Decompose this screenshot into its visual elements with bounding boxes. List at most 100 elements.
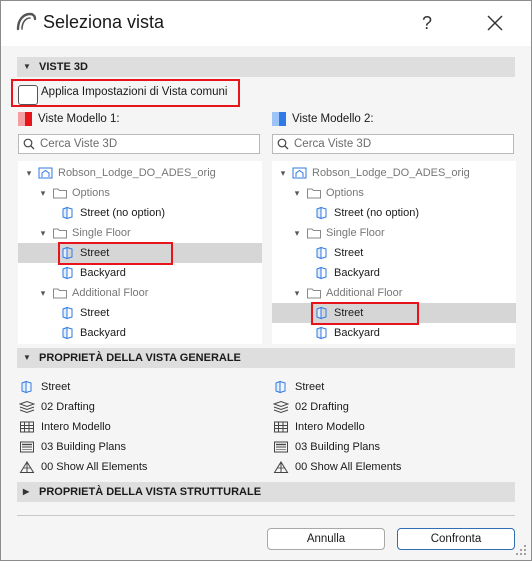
property-row: Intero Modello xyxy=(19,417,259,437)
model1-tree-item-label: Robson_Lodge_DO_ADES_orig xyxy=(58,167,216,179)
model1-tree-item-label: Additional Floor xyxy=(72,287,149,299)
chevron-down-icon[interactable]: ▾ xyxy=(292,183,302,203)
model2-tree-item[interactable]: Backyard xyxy=(272,323,516,343)
model1-tree-item-label: Backyard xyxy=(80,267,126,279)
view-3d-icon xyxy=(316,266,327,280)
model2-tree-item[interactable]: Backyard xyxy=(272,263,516,283)
folder-icon xyxy=(307,288,321,299)
collapse-triangle-icon: ▼ xyxy=(23,353,31,362)
compare-button[interactable]: Confronta xyxy=(397,528,515,550)
model2-tree-item-label: Backyard xyxy=(334,267,380,279)
layers-icon xyxy=(273,400,289,414)
section-views3d[interactable]: ▼ VISTE 3D xyxy=(17,57,515,77)
property-row: 00 Show All Elements xyxy=(273,457,513,477)
model2-tree-item-label: Street xyxy=(334,247,364,259)
model2-tree-item-label: Additional Floor xyxy=(326,287,403,299)
section-general-properties[interactable]: ▼ PROPRIETÀ DELLA VISTA GENERALE xyxy=(17,348,515,368)
expand-triangle-icon: ▶ xyxy=(23,487,30,496)
model1-tree-item-label: Backyard xyxy=(80,327,126,339)
structure-icon xyxy=(273,461,289,473)
chevron-down-icon[interactable]: ▾ xyxy=(24,163,34,183)
property-value: 02 Drafting xyxy=(41,401,95,413)
property-row: 03 Building Plans xyxy=(19,437,259,457)
property-value: Intero Modello xyxy=(295,421,365,433)
model2-tree-item[interactable]: Street xyxy=(272,243,516,263)
view-3d-icon xyxy=(62,306,73,320)
model2-tree-item-label: Street (no option) xyxy=(334,207,419,219)
model1-tree-item-label: Street (no option) xyxy=(80,207,165,219)
chevron-down-icon[interactable]: ▾ xyxy=(38,283,48,303)
property-value: 00 Show All Elements xyxy=(295,461,402,473)
view-3d-icon xyxy=(316,206,327,220)
model1-tree-item[interactable]: ▾ Robson_Lodge_DO_ADES_orig xyxy=(18,163,262,183)
model1-tree-item[interactable]: Street (no option) xyxy=(18,203,262,223)
property-value: Street xyxy=(295,381,325,393)
property-value: 02 Drafting xyxy=(295,401,349,413)
property-row: 03 Building Plans xyxy=(273,437,513,457)
dialog-title: Seleziona vista xyxy=(43,12,165,32)
model1-tree-item[interactable]: ▾ Options xyxy=(18,183,262,203)
cancel-button[interactable]: Annulla xyxy=(267,528,385,550)
search-icon xyxy=(277,138,289,150)
resize-grip-icon[interactable] xyxy=(515,544,527,556)
model1-tree-item-label: Options xyxy=(72,187,110,199)
apply-common-settings-highlight: Applica Impostazioni di Vista comuni xyxy=(11,79,240,107)
chevron-down-icon[interactable]: ▾ xyxy=(38,183,48,203)
view-icon xyxy=(21,380,32,394)
chevron-down-icon[interactable]: ▾ xyxy=(292,283,302,303)
property-row: 02 Drafting xyxy=(273,397,513,417)
view-icon xyxy=(275,380,286,394)
title-bar: Seleziona vista ? xyxy=(1,1,531,46)
close-icon[interactable] xyxy=(481,10,509,36)
apply-common-settings-checkbox[interactable] xyxy=(18,85,38,105)
model2-properties: Street 02 Drafting Intero Modello 03 Buildi… xyxy=(273,377,513,477)
model2-tree-item[interactable]: Street (no option) xyxy=(272,203,516,223)
property-value: 03 Building Plans xyxy=(41,441,127,453)
chevron-down-icon[interactable]: ▾ xyxy=(292,223,302,243)
model2-search-input[interactable]: Cerca Viste 3D xyxy=(272,134,514,154)
folder-icon xyxy=(307,188,321,199)
folder-icon xyxy=(53,228,67,239)
property-value: 03 Building Plans xyxy=(295,441,381,453)
pen-set-icon xyxy=(274,441,288,453)
property-value: Street xyxy=(41,381,71,393)
model2-tree-item-label: Options xyxy=(326,187,364,199)
section-structural-label: PROPRIETÀ DELLA VISTA STRUTTURALE xyxy=(39,486,262,498)
property-row: Street xyxy=(273,377,513,397)
help-button[interactable]: ? xyxy=(413,10,441,36)
model2-search-placeholder: Cerca Viste 3D xyxy=(294,138,372,150)
model1-search-placeholder: Cerca Viste 3D xyxy=(40,138,118,150)
model2-tree-item-label: Backyard xyxy=(334,327,380,339)
model1-search-input[interactable]: Cerca Viste 3D xyxy=(18,134,260,154)
section-general-label: PROPRIETÀ DELLA VISTA GENERALE xyxy=(39,352,241,364)
pen-set-icon xyxy=(20,441,34,453)
project-icon xyxy=(38,167,53,179)
chevron-down-icon[interactable]: ▾ xyxy=(38,223,48,243)
model2-header: Viste Modello 2: xyxy=(292,113,374,125)
model2-tree-item[interactable]: ▾ Single Floor xyxy=(272,223,516,243)
model2-tree-item[interactable]: ▾ Robson_Lodge_DO_ADES_orig xyxy=(272,163,516,183)
model1-tree-item[interactable]: ▾ Additional Floor xyxy=(18,283,262,303)
section-views3d-label: VISTE 3D xyxy=(39,61,88,73)
model1-header: Viste Modello 1: xyxy=(38,113,120,125)
property-row: 02 Drafting xyxy=(19,397,259,417)
folder-icon xyxy=(307,228,321,239)
view-3d-icon xyxy=(62,266,73,280)
model2-tree-item[interactable]: ▾ Additional Floor xyxy=(272,283,516,303)
model1-tree-item[interactable]: Backyard xyxy=(18,263,262,283)
view-3d-icon xyxy=(316,246,327,260)
chevron-down-icon[interactable]: ▾ xyxy=(278,163,288,183)
model1-tree-item-label: Single Floor xyxy=(72,227,131,239)
view-3d-icon xyxy=(316,326,327,340)
view-3d-icon xyxy=(62,206,73,220)
model1-color-swatch-icon xyxy=(18,112,32,126)
section-structural-properties[interactable]: ▶ PROPRIETÀ DELLA VISTA STRUTTURALE xyxy=(17,482,515,502)
model1-tree-item[interactable]: Street xyxy=(18,303,262,323)
model2-tree-item[interactable]: ▾ Options xyxy=(272,183,516,203)
model1-tree-item[interactable]: ▾ Single Floor xyxy=(18,223,262,243)
search-icon xyxy=(23,138,35,150)
model-filter-icon xyxy=(20,421,34,433)
model1-tree-item[interactable]: Backyard xyxy=(18,323,262,343)
property-value: Intero Modello xyxy=(41,421,111,433)
model2-tree-item-label: Robson_Lodge_DO_ADES_orig xyxy=(312,167,470,179)
